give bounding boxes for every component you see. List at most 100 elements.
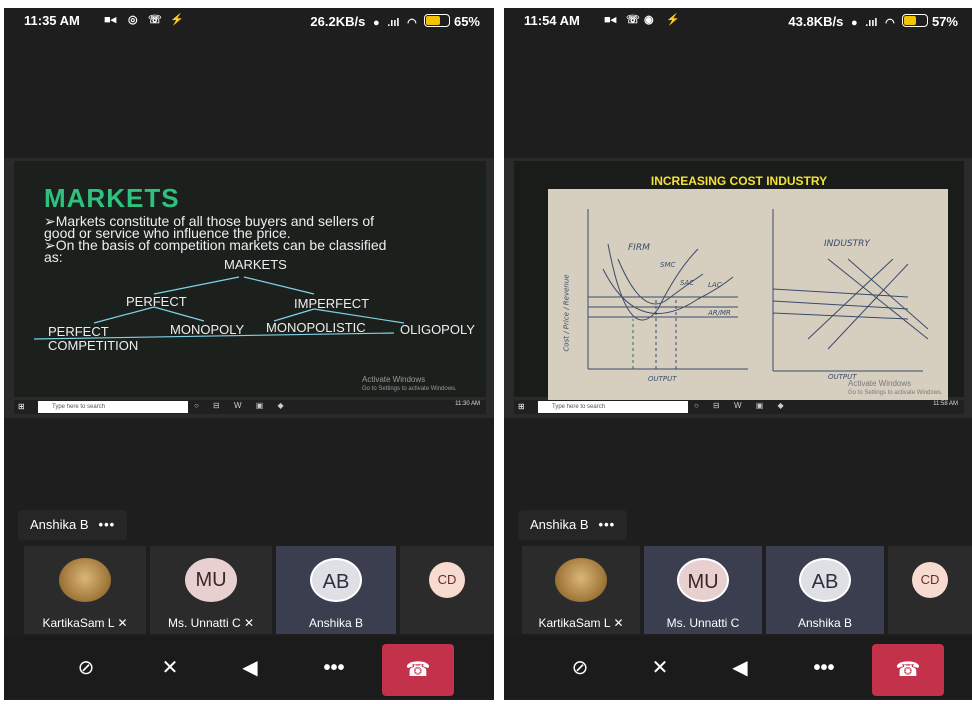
label-sac: SAC (680, 279, 695, 287)
camera-off-icon[interactable]: ⊘ (66, 648, 106, 688)
windows-start-icon[interactable]: ⊞ (518, 402, 528, 412)
flash-icon: ⚡ (170, 14, 184, 26)
avatar: AB (799, 558, 851, 602)
participant-name: Ms. Unnatti C (666, 616, 740, 630)
mic-muted-icon: ✕ (117, 616, 128, 630)
video-icon: ■◂ (604, 14, 617, 26)
speaker-icon[interactable]: ◀︎ (230, 648, 270, 688)
alarm-icon: ● (850, 17, 858, 29)
label-firm: FIRM (628, 243, 650, 253)
taskbar-app-icons[interactable]: ○ ⊟ W ▣ ◆ (194, 401, 290, 410)
participant-name: KartikaSam L ✕ (42, 616, 128, 630)
hang-up-icon: ☎ (895, 659, 921, 681)
avatar: MU (185, 558, 237, 602)
activate-windows-title: Activate Windows (848, 379, 912, 388)
app-icon: ◉ (644, 14, 654, 26)
label-output-firm: OUTPUT (648, 375, 677, 383)
giraffe-avatar (59, 558, 111, 602)
participant-name: Anshika B (797, 616, 853, 630)
windows-taskbar: ⊞ Type here to search ○ ⊟ W ▣ ◆ 11:30 AM (14, 400, 486, 414)
camera-off-icon[interactable]: ⊘ (560, 648, 600, 688)
call-controls: ⊘ ✕ ◀︎ ••• ☎ (504, 636, 972, 698)
tree-perfect-competition-1: PERFECT (48, 324, 109, 339)
label-lac: LAC (708, 281, 722, 289)
giraffe-avatar (555, 558, 607, 602)
label-industry: INDUSTRY (824, 239, 870, 249)
participant-tile-active[interactable]: AB Anshika B (276, 546, 396, 634)
presenter-name: Anshika B (30, 517, 89, 532)
mic-muted-icon: ✕ (243, 616, 255, 630)
mic-off-icon[interactable]: ✕ (150, 648, 190, 688)
status-bar: 11:35 AM ■◂ ◎ ☏ ⚡ 26.2KB/s ● .ııl ◠ 65% (4, 8, 494, 34)
tree-perfect: PERFECT (126, 294, 187, 309)
windows-taskbar: ⊞ Type here to search ○ ⊟ W ▣ ◆ 11:58 AM (514, 400, 964, 414)
participant-name: KartikaSam L ✕ (538, 616, 624, 630)
participant-tile-active[interactable]: MU Ms. Unnatti C (644, 546, 762, 634)
mic-muted-icon: ✕ (613, 616, 624, 630)
participant-tile-active[interactable]: AB Anshika B (766, 546, 884, 634)
call-controls: ⊘ ✕ ◀︎ ••• ☎ (4, 636, 494, 698)
tree-oligopoly: OLIGOPOLY (400, 322, 475, 337)
network-speed: 43.8KB/s (788, 14, 844, 29)
tree-monopolistic: MONOPOLISTIC (266, 320, 366, 335)
status-time: 11:54 AM (524, 13, 580, 28)
battery-icon (424, 14, 451, 27)
participant-name: Anshika B (308, 616, 364, 630)
taskbar-app-icons[interactable]: ○ ⊟ W ▣ ◆ (694, 401, 790, 410)
whatsapp-icon: ◎ (128, 14, 138, 26)
avatar: AB (310, 558, 362, 602)
tree-monopoly: MONOPOLY (170, 322, 245, 337)
taskbar-search[interactable]: Type here to search (538, 401, 688, 413)
shared-screen: MARKETS ➢Markets constitute of all those… (4, 158, 494, 418)
mic-off-icon[interactable]: ✕ (640, 648, 680, 688)
status-right: 43.8KB/s ● .ııl ◠ 57% (788, 13, 958, 29)
label-smc: SMC (660, 261, 676, 269)
windows-start-icon[interactable]: ⊞ (18, 402, 28, 412)
presenter-label[interactable]: Anshika B ••• (18, 510, 128, 540)
tree-root: MARKETS (224, 257, 287, 272)
flash-icon: ⚡ (666, 14, 680, 26)
slide-title: INCREASING COST INDUSTRY (650, 174, 828, 188)
avatar: MU (677, 558, 729, 602)
participant-name: Ms. Unnatti C ✕ (167, 616, 255, 630)
label-y-axis: Cost / Price / Revenue (562, 274, 571, 352)
participant-tile[interactable]: KartikaSam L ✕ (24, 546, 146, 634)
phone-icon: ☏ (626, 14, 640, 26)
participant-tile[interactable]: CD (400, 546, 494, 634)
presenter-name: Anshika B (530, 517, 589, 532)
more-options-icon[interactable]: ••• (99, 517, 116, 532)
participant-tile[interactable]: MU Ms. Unnatti C ✕ (150, 546, 272, 634)
battery-percent: 65% (453, 14, 480, 29)
more-icon[interactable]: ••• (314, 648, 354, 688)
status-right: 26.2KB/s ● .ııl ◠ 65% (310, 13, 480, 29)
signal-icon: .ııl (865, 17, 878, 29)
hang-up-button[interactable]: ☎ (382, 644, 454, 696)
taskbar-search[interactable]: Type here to search (38, 401, 188, 413)
avatar: CD (429, 562, 465, 598)
presenter-label[interactable]: Anshika B ••• (518, 510, 628, 540)
label-ar-mr: AR/MR (708, 309, 731, 317)
more-options-icon[interactable]: ••• (599, 517, 616, 532)
more-icon[interactable]: ••• (804, 648, 844, 688)
wifi-icon: ◠ (407, 17, 417, 29)
video-icon: ■◂ (104, 14, 117, 26)
participant-tile[interactable]: KartikaSam L ✕ (522, 546, 640, 634)
taskbar-clock: 11:58 AM (933, 401, 958, 407)
alarm-icon: ● (372, 17, 380, 29)
tree-imperfect: IMPERFECT (294, 296, 370, 311)
activate-windows-title: Activate Windows (362, 375, 426, 384)
speaker-icon[interactable]: ◀︎ (720, 648, 760, 688)
activate-windows-hint: Go to Settings to activate Windows. (848, 390, 943, 396)
hang-up-icon: ☎ (405, 659, 431, 681)
phone-screenshot-right: 11:54 AM ■◂ ☏ ◉ ⚡ 43.8KB/s ● .ııl ◠ 57% … (504, 8, 972, 700)
market-tree-connectors (33, 276, 405, 340)
wifi-icon: ◠ (885, 17, 895, 29)
shared-screen: INCREASING COST INDUSTRY FIRM INDUSTRY C… (504, 158, 972, 418)
presentation-slide: MARKETS ➢Markets constitute of all those… (14, 161, 486, 397)
participant-tile[interactable]: CD (888, 546, 972, 634)
hang-up-button[interactable]: ☎ (872, 644, 944, 696)
phone-icon: ☏ (148, 14, 162, 26)
phone-screenshot-left: 11:35 AM ■◂ ◎ ☏ ⚡ 26.2KB/s ● .ııl ◠ 65% … (4, 8, 494, 700)
presentation-slide: INCREASING COST INDUSTRY FIRM INDUSTRY C… (514, 161, 964, 404)
battery-percent: 57% (931, 14, 958, 29)
